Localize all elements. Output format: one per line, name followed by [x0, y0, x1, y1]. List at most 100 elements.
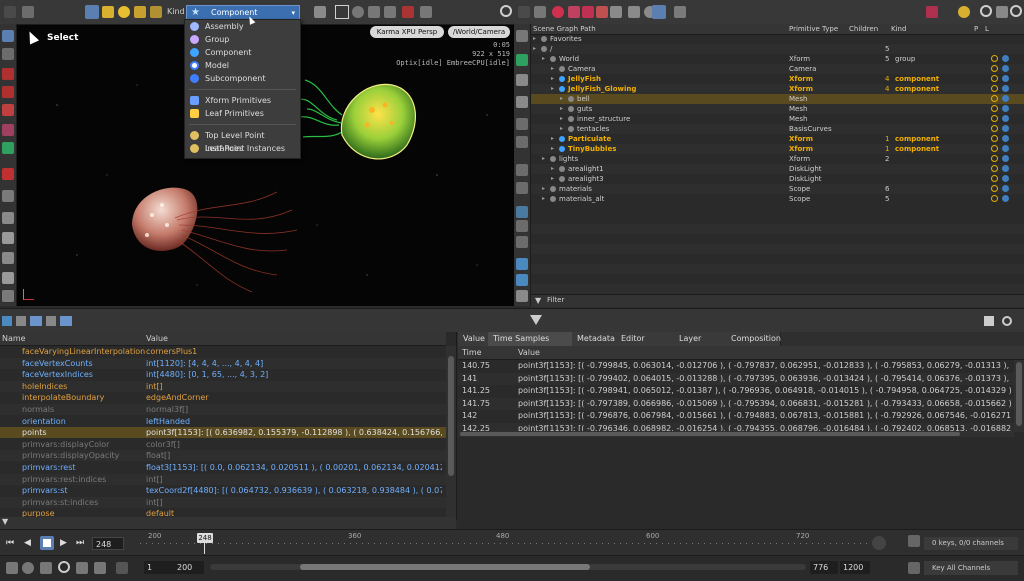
col-sample-value[interactable]: Value	[518, 346, 540, 359]
time-sample-row[interactable]: 141.75 point3f[1153]: [( -0.797389, 0.066…	[458, 397, 1014, 410]
solo-toggle-icon[interactable]	[1002, 65, 1009, 72]
visibility-toggle-icon[interactable]	[991, 65, 998, 72]
expand-arrow-icon[interactable]: ▸	[560, 124, 563, 134]
scene-graph-row[interactable]: ▸ Camera Camera	[531, 64, 1024, 74]
scene-graph-row[interactable]: ▸ / 5	[531, 44, 1024, 54]
chart-icon[interactable]	[926, 6, 938, 18]
attribute-row[interactable]: orientation leftHanded	[0, 416, 446, 427]
gear-icon[interactable]	[500, 5, 512, 17]
solo-toggle-icon[interactable]	[1002, 175, 1009, 182]
time-sample-row[interactable]: 140.75 point3f[1153]: [( -0.799845, 0.063…	[458, 360, 1014, 372]
funnel-icon[interactable]	[530, 315, 542, 325]
menu-item-group[interactable]: Group	[185, 33, 300, 46]
pin-prim-icon[interactable]	[516, 164, 528, 176]
expand-arrow-icon[interactable]: ▸	[560, 114, 563, 124]
instance-select-icon[interactable]	[150, 6, 162, 18]
texture-icon[interactable]	[516, 274, 528, 286]
lock-panel-icon[interactable]	[984, 316, 994, 326]
col-path[interactable]: Scene Graph Path	[533, 24, 596, 34]
scene-graph-row[interactable]: ▸ JellyFish_Glowing Xform 4 component	[531, 84, 1024, 94]
details-tab[interactable]: Composition	[726, 332, 781, 346]
menu-item-assembly[interactable]: Assembly	[185, 20, 300, 33]
expand-arrow-icon[interactable]: ▸	[560, 94, 563, 104]
brush-icon[interactable]	[384, 6, 396, 18]
channel-icon[interactable]	[908, 562, 920, 574]
handle-icon[interactable]	[420, 6, 432, 18]
key-all-channels-button[interactable]: Key All Channels	[924, 561, 1018, 575]
scene-graph-row[interactable]: ▸ inner_structure Mesh	[531, 114, 1024, 124]
solo-toggle-icon[interactable]	[1002, 195, 1009, 202]
render-icon[interactable]	[552, 6, 564, 18]
list-view-icon[interactable]	[16, 316, 26, 326]
attributes-scrollbar[interactable]	[446, 346, 456, 520]
scene-graph-row[interactable]: ▸ materials Scope 6	[531, 184, 1024, 194]
network-icon[interactable]	[516, 220, 528, 232]
expand-arrow-icon[interactable]: ▸	[551, 174, 554, 184]
loop-icon[interactable]	[22, 562, 34, 574]
filter-label[interactable]: Filter	[547, 296, 564, 304]
visibility-toggle-icon[interactable]	[991, 195, 998, 202]
visibility-toggle-icon[interactable]	[991, 75, 998, 82]
attribute-row[interactable]: primvars:rest float3[1153]: [( 0.0, 0.062…	[0, 462, 446, 473]
scene-graph-row[interactable]: ▸ arealight3 DiskLight	[531, 174, 1024, 184]
solo-toggle-icon[interactable]	[1002, 145, 1009, 152]
scene-graph-row[interactable]: ▸ bell Mesh	[531, 94, 1024, 104]
visibility-toggle-icon[interactable]	[991, 55, 998, 62]
solo-toggle-icon[interactable]	[1002, 135, 1009, 142]
time-sample-row[interactable]: 141.25 point3f[1153]: [( -0.798941, 0.065…	[458, 385, 1014, 397]
filter-icon[interactable]: ▼	[535, 296, 541, 305]
expand-arrow-icon[interactable]: ▸	[533, 44, 536, 54]
menu-icon[interactable]	[4, 6, 16, 18]
expand-arrow-icon[interactable]: ▸	[551, 134, 554, 144]
settings-gear-icon[interactable]	[980, 5, 992, 17]
column-view-icon[interactable]	[46, 316, 56, 326]
col-value[interactable]: Value	[146, 332, 168, 345]
visibility-toggle-icon[interactable]	[991, 135, 998, 142]
lock-prim-icon[interactable]	[516, 96, 528, 108]
expand-arrow-icon[interactable]: ▸	[560, 104, 563, 114]
expand-arrow-icon[interactable]: ▸	[542, 54, 545, 64]
menu-item-xform-primitives[interactable]: Xform Primitives	[185, 94, 300, 107]
step-back-button[interactable]: ◀	[24, 538, 31, 548]
usd-icon[interactable]	[582, 6, 594, 18]
expand-arrow-icon[interactable]: ▸	[551, 164, 554, 174]
go-to-end-button[interactable]: ⏭	[76, 538, 84, 548]
grid-tool-icon[interactable]	[2, 272, 14, 284]
split-view-icon[interactable]	[30, 316, 42, 326]
expand-arrow-icon[interactable]: ▸	[551, 64, 554, 74]
play-button[interactable]: ▶	[60, 538, 67, 548]
visibility-toggle-icon[interactable]	[991, 105, 998, 112]
col-l[interactable]: L	[985, 24, 989, 34]
select-tool-icon[interactable]	[2, 30, 14, 42]
light-prim-icon[interactable]	[516, 118, 528, 130]
scene-graph-row[interactable]: ▸ tentacles BasisCurves	[531, 124, 1024, 134]
bulb-prim-icon[interactable]	[516, 136, 528, 148]
fps-icon[interactable]	[76, 562, 88, 574]
details-hscrollbar[interactable]	[458, 431, 1014, 437]
flipbook-icon[interactable]	[2, 252, 14, 264]
attribute-row[interactable]: points point3f[1153]: [( 0.636982, 0.1553…	[0, 427, 446, 439]
component-select-icon[interactable]	[118, 6, 130, 18]
sync-icon[interactable]	[40, 562, 52, 574]
eye-icon[interactable]	[516, 290, 528, 302]
lock-icon[interactable]	[2, 48, 14, 60]
scene-graph-row[interactable]: ▸ arealight1 DiskLight	[531, 164, 1024, 174]
attribute-row[interactable]: normals normal3f[]	[0, 404, 446, 415]
attribute-row[interactable]: holeIndices int[]	[0, 380, 446, 392]
details-scroll-thumb[interactable]	[1016, 362, 1022, 426]
box-select-icon[interactable]	[335, 5, 349, 19]
solo-toggle-icon[interactable]	[1002, 95, 1009, 102]
timeline-track[interactable]: 200 360 480 600 720 248	[140, 532, 868, 554]
tree-view-icon[interactable]	[2, 316, 12, 326]
menu-item-component[interactable]: Component	[185, 46, 300, 59]
solo-toggle-icon[interactable]	[1002, 105, 1009, 112]
scene-graph-row[interactable]: ▸ lights Xform 2	[531, 154, 1024, 164]
details-tab[interactable]: Editor Nodes	[616, 332, 675, 357]
solo-toggle-icon[interactable]	[1002, 125, 1009, 132]
menu-item-model[interactable]: Model	[185, 59, 300, 72]
solo-toggle-icon[interactable]	[1002, 85, 1009, 92]
add-prim-icon[interactable]	[516, 30, 528, 42]
visibility-toggle-icon[interactable]	[991, 145, 998, 152]
visibility-toggle-icon[interactable]	[991, 185, 998, 192]
light-tool-icon[interactable]	[2, 142, 14, 154]
